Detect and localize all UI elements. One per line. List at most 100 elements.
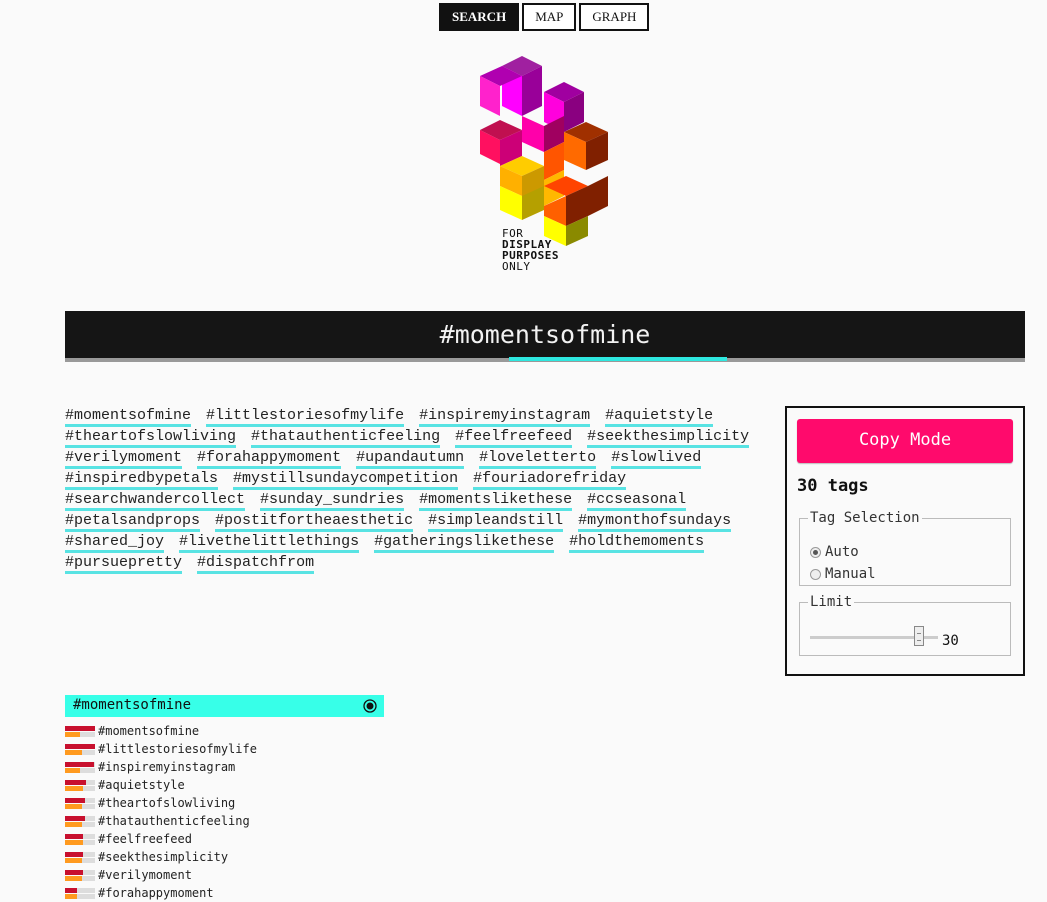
logo-caption: FOR DISPLAY PURPOSES ONLY	[502, 228, 559, 272]
hashtag-link[interactable]: #thatauthenticfeeling	[251, 428, 441, 448]
bar-primary	[65, 780, 86, 785]
hashtag-link[interactable]: #aquietstyle	[605, 407, 714, 427]
ranking-label: #littlestoriesofmylife	[98, 742, 257, 756]
hashtag-link[interactable]: #feelfreefeed	[455, 428, 573, 448]
ranking-bars	[65, 887, 95, 899]
limit-value: 30	[942, 633, 959, 649]
hashtag-link[interactable]: #sunday_sundries	[260, 491, 405, 511]
radio-manual-button[interactable]	[810, 568, 821, 580]
ranking-label: #inspiremyinstagram	[98, 760, 236, 774]
hashtag-link[interactable]: #mystillsundaycompetition	[233, 470, 459, 490]
limit-legend: Limit	[810, 594, 853, 610]
hashtag-link[interactable]: #ccseasonal	[587, 491, 687, 511]
hashtag-link[interactable]: #holdthemoments	[569, 533, 705, 553]
ranking-row[interactable]: #littlestoriesofmylife	[65, 740, 257, 758]
ranking-bars	[65, 797, 95, 809]
ranking-bars	[65, 743, 95, 755]
hashtag-link[interactable]: #seekthesimplicity	[587, 428, 750, 448]
bar-primary	[65, 744, 95, 749]
hashtag-link[interactable]: #livethelittlethings	[179, 533, 360, 553]
radio-auto-label: Auto	[825, 544, 859, 560]
hashtag-link[interactable]: #inspiremyinstagram	[419, 407, 591, 427]
hashtag-link[interactable]: #simpleandstill	[428, 512, 564, 532]
hashtag-link[interactable]: #postitfortheaesthetic	[215, 512, 414, 532]
hashtag-link[interactable]: #shared_joy	[65, 533, 165, 553]
hashtag-link[interactable]: #searchwandercollect	[65, 491, 246, 511]
radio-manual-label: Manual	[825, 566, 876, 582]
nav-graph[interactable]: GRAPH	[579, 3, 650, 31]
bar-primary	[65, 870, 83, 875]
hashtag-link[interactable]: #upandautumn	[356, 449, 465, 469]
hashtag-link[interactable]: #inspiredbypetals	[65, 470, 219, 490]
top-nav: SEARCH MAP GRAPH	[439, 3, 650, 31]
ranking-bars	[65, 761, 95, 773]
ranking-row[interactable]: #thatauthenticfeeling	[65, 812, 257, 830]
ranking-label: #momentsofmine	[98, 724, 200, 738]
bar-secondary	[65, 804, 82, 809]
ranking-title: #momentsofmine	[73, 697, 192, 713]
radio-manual[interactable]: Manual	[810, 566, 876, 582]
ranking-row[interactable]: #aquietstyle	[65, 776, 257, 794]
ranking-label: #aquietstyle	[98, 778, 185, 792]
bar-primary	[65, 816, 85, 821]
tag-selection-legend: Tag Selection	[810, 510, 920, 526]
hashtag-link[interactable]: #momentsofmine	[65, 407, 192, 427]
radio-auto[interactable]: Auto	[810, 544, 859, 560]
bar-primary	[65, 888, 77, 893]
ranking-row[interactable]: #inspiremyinstagram	[65, 758, 257, 776]
hashtag-link[interactable]: #slowlived	[611, 449, 702, 469]
ranking-row[interactable]: #forahappymoment	[65, 884, 257, 902]
hashtag-link[interactable]: #forahappymoment	[197, 449, 342, 469]
nav-map[interactable]: MAP	[522, 3, 577, 31]
ranking-header[interactable]: #momentsofmine	[65, 695, 384, 717]
hashtag-link[interactable]: #loveletterto	[479, 449, 597, 469]
hashtag-link[interactable]: #pursuepretty	[65, 554, 183, 574]
ranking-row[interactable]: #momentsofmine	[65, 722, 257, 740]
limit-group: Limit 30	[799, 594, 1011, 656]
bar-primary	[65, 762, 94, 767]
ranking-row[interactable]: #verilymoment	[65, 866, 257, 884]
ranking-label: #seekthesimplicity	[98, 850, 229, 864]
logo-line-4: ONLY	[502, 260, 531, 273]
ranking-row[interactable]: #theartofslowliving	[65, 794, 257, 812]
bar-secondary	[65, 822, 82, 827]
title-underline	[509, 357, 727, 361]
ranking-bars	[65, 869, 95, 881]
title-banner: #momentsofmine	[65, 311, 1025, 362]
bar-secondary	[65, 768, 80, 773]
nav-search[interactable]: SEARCH	[439, 3, 520, 31]
ranking-bars	[65, 779, 95, 791]
ranking-bars	[65, 815, 95, 827]
hashtag-link[interactable]: #fouriadorefriday	[473, 470, 627, 490]
tag-selection-group: Tag Selection Auto Manual	[799, 510, 1011, 586]
radio-auto-button[interactable]	[810, 546, 821, 558]
bar-secondary	[65, 750, 82, 755]
hashtag-link[interactable]: #momentslikethese	[419, 491, 573, 511]
bar-secondary	[65, 840, 83, 845]
bar-primary	[65, 798, 85, 803]
copy-mode-button[interactable]: Copy Mode	[797, 419, 1013, 463]
bar-secondary	[65, 786, 83, 791]
hashtag-link[interactable]: #verilymoment	[65, 449, 183, 469]
bar-secondary	[65, 858, 82, 863]
hashtag-link[interactable]: #petalsandprops	[65, 512, 201, 532]
bar-secondary	[65, 894, 77, 899]
ranking-bars	[65, 851, 95, 863]
ranking-row[interactable]: #seekthesimplicity	[65, 848, 257, 866]
hashtag-link[interactable]: #mymonthofsundays	[578, 512, 732, 532]
hashtag-link[interactable]: #theartofslowliving	[65, 428, 237, 448]
limit-slider-thumb[interactable]	[913, 626, 924, 646]
page-title: #momentsofmine	[439, 320, 651, 349]
hashtag-link[interactable]: #dispatchfrom	[197, 554, 315, 574]
ranking-row[interactable]: #feelfreefeed	[65, 830, 257, 848]
ranking-label: #verilymoment	[98, 868, 192, 882]
target-icon[interactable]	[363, 699, 377, 713]
tag-cloud: #momentsofmine #littlestoriesofmylife #i…	[65, 406, 775, 574]
hashtag-link[interactable]: #gatheringslikethese	[374, 533, 555, 553]
ranking-label: #theartofslowliving	[98, 796, 236, 810]
bar-secondary	[65, 732, 80, 737]
hashtag-link[interactable]: #littlestoriesofmylife	[206, 407, 405, 427]
tag-count: 30 tags	[797, 476, 869, 496]
ranking-bars	[65, 725, 95, 737]
options-panel: Copy Mode 30 tags Tag Selection Auto Man…	[785, 406, 1025, 676]
